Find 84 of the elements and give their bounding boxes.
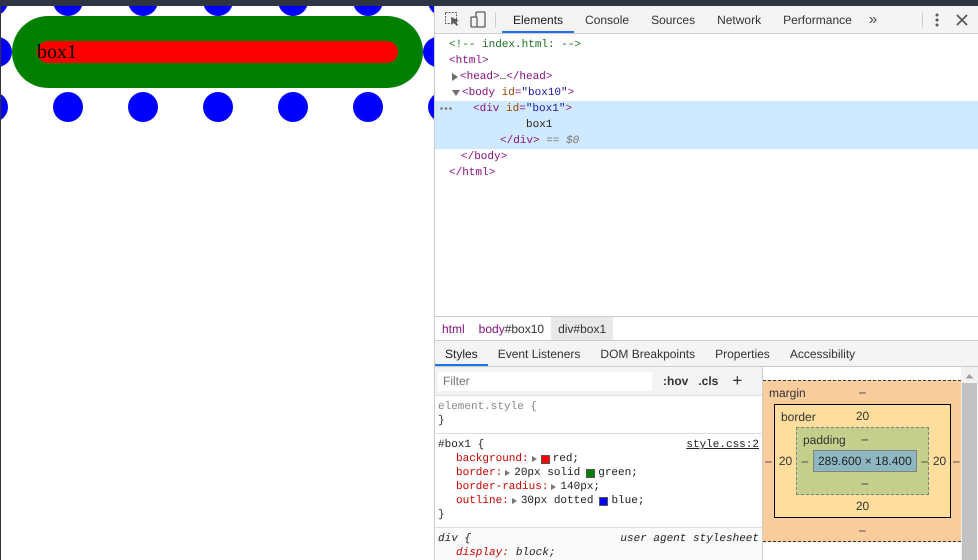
expand-toggle[interactable]: [512, 498, 517, 504]
content-size: 289.600 × 18.400: [813, 450, 917, 472]
expand-toggle[interactable]: [505, 470, 510, 476]
property-name: outline:: [456, 494, 509, 508]
rule-close-brace: }: [438, 508, 446, 522]
markup-text: <html>: [449, 54, 489, 69]
scrollbar-thumb[interactable]: [962, 383, 977, 560]
scrollbar[interactable]: [961, 367, 978, 560]
box-value: 20: [856, 409, 870, 423]
property-value: green;: [598, 466, 638, 480]
dom-tree-row[interactable]: box1: [435, 117, 978, 133]
color-swatch[interactable]: [586, 468, 596, 478]
filter-toolbar-button[interactable]: +: [727, 371, 748, 391]
dom-tree-row[interactable]: <html>: [435, 53, 978, 69]
dom-tree-row[interactable]: </div> == $0: [435, 133, 978, 149]
breadcrumb[interactable]: div#box1: [551, 317, 614, 340]
css-selector: #box1 {: [438, 438, 484, 452]
property-name: border-radius:: [456, 480, 548, 494]
box-value: –: [765, 454, 772, 468]
markup-text: <head>…</head>: [460, 70, 552, 85]
property-name: background:: [456, 452, 529, 466]
source-link[interactable]: style.css:2: [686, 438, 759, 452]
stylesheet-origin: user agent stylesheet: [620, 532, 759, 546]
inspect-icon[interactable]: [444, 11, 461, 28]
markup-text: </div> == $0: [500, 134, 580, 149]
box-value: 20: [932, 454, 946, 468]
more-tabs-button[interactable]: »: [862, 11, 884, 28]
devtools-tab[interactable]: Sources: [640, 6, 706, 33]
markup-text: <body id="box10">: [462, 86, 574, 101]
property-name: display:: [456, 546, 509, 560]
property-value: block;: [516, 546, 556, 560]
dom-tree-row[interactable]: <head>…</head>: [435, 69, 978, 85]
markup-text: box1: [526, 118, 552, 133]
box-value: –: [862, 432, 868, 446]
breadcrumb[interactable]: html: [435, 317, 472, 340]
expand-toggle[interactable]: [452, 73, 458, 81]
devtools-tab[interactable]: Elements: [502, 6, 574, 33]
markup-text: <div id="box1">: [473, 102, 572, 117]
filter-field[interactable]: Filter: [438, 372, 652, 390]
color-swatch[interactable]: [540, 454, 550, 464]
property-value: 30px dotted: [520, 494, 594, 508]
box-content: box1: [37, 41, 398, 63]
expand-toggle[interactable]: [551, 484, 556, 490]
css-selector: element.style {: [438, 400, 538, 414]
filter-toolbar-button[interactable]: .cls: [693, 374, 724, 388]
breadcrumb[interactable]: body#box10: [472, 317, 552, 340]
filter-toolbar-button[interactable]: :hov: [658, 374, 694, 388]
box-value: 20: [778, 454, 792, 468]
box-value: –: [921, 454, 928, 468]
box-value: –: [862, 476, 868, 490]
close-icon[interactable]: [956, 14, 968, 26]
panel-tab[interactable]: Event Listeners: [488, 341, 590, 366]
box-value: –: [953, 454, 960, 468]
dom-tree-row[interactable]: </html>: [435, 165, 978, 181]
rule-close-brace: }: [438, 414, 446, 428]
markup-text: </body>: [461, 150, 508, 165]
property-value: 20px solid: [514, 466, 580, 480]
panel-tab[interactable]: Accessibility: [780, 341, 866, 366]
property-value: 140px;: [560, 480, 600, 494]
markup-text: </html>: [449, 166, 496, 181]
box-value: –: [802, 454, 808, 468]
box-label: border: [781, 410, 816, 424]
box-value: 20: [856, 499, 870, 513]
css-selector: div {: [438, 532, 472, 546]
box-value: –: [859, 385, 866, 399]
dom-tree-row[interactable]: </body>: [435, 149, 978, 165]
property-name: border:: [456, 466, 502, 480]
property-value: blue;: [611, 494, 644, 508]
devtools-tab[interactable]: Network: [706, 6, 772, 33]
device-icon[interactable]: [470, 11, 487, 28]
devtools-tab[interactable]: Console: [574, 6, 640, 33]
dom-tree-row[interactable]: <div id="box1">: [435, 101, 978, 117]
box-value: –: [859, 523, 866, 537]
markup-text: <!-- index.html: -->: [449, 38, 582, 53]
property-value: red;: [552, 452, 580, 466]
menu-icon[interactable]: [935, 12, 939, 26]
box-label: margin: [769, 386, 806, 400]
dom-tree-row[interactable]: <!-- index.html: -->: [435, 37, 978, 53]
color-swatch[interactable]: [599, 496, 608, 506]
panel-tab[interactable]: Properties: [705, 341, 780, 366]
panel-tab[interactable]: DOM Breakpoints: [590, 341, 706, 366]
box-label: padding: [803, 433, 846, 447]
devtools-tab[interactable]: Performance: [772, 6, 863, 33]
more-icon[interactable]: [440, 107, 452, 110]
